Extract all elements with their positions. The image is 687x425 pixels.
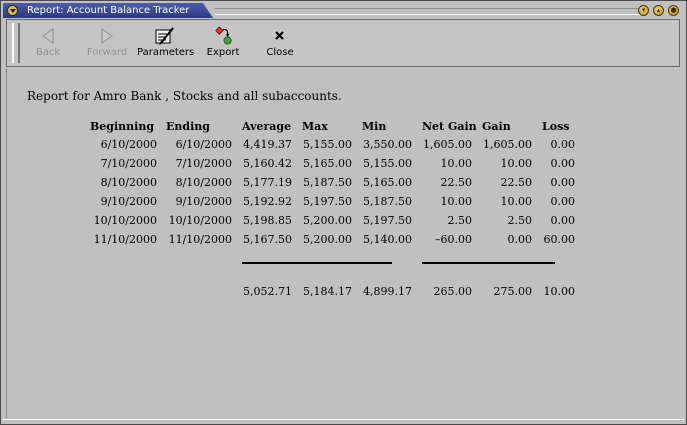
table-cell: 8/10/2000 xyxy=(100,176,157,189)
table-cell: 9/10/2000 xyxy=(175,195,232,208)
parameters-label: Parameters xyxy=(137,47,195,58)
forward-label: Forward xyxy=(86,47,128,58)
total-cell: 275.00 xyxy=(493,285,533,298)
export-label: Export xyxy=(206,47,240,58)
table-cell: 5,165.00 xyxy=(363,176,412,189)
back-label: Back xyxy=(35,47,61,58)
table-cell: 5,140.00 xyxy=(363,233,412,246)
table-cell: 10/10/2000 xyxy=(93,214,157,227)
total-cell: 4,899.17 xyxy=(363,285,412,298)
header-average: Average xyxy=(242,120,292,133)
table-cell: 10.00 xyxy=(440,157,473,170)
table-cell: 10.00 xyxy=(500,157,533,170)
toolbar-grip[interactable] xyxy=(12,23,20,63)
table-cell: 0.00 xyxy=(550,214,576,227)
title-bar[interactable]: Report: Account Balance Tracker ▾ ▴ ● xyxy=(3,3,684,18)
table-cell: 10.00 xyxy=(500,195,533,208)
close-window-icon[interactable]: ● xyxy=(668,5,679,16)
total-cell: 5,052.71 xyxy=(243,285,292,298)
window-title: Report: Account Balance Tracker xyxy=(27,5,190,16)
maximize-icon[interactable]: ▴ xyxy=(653,5,664,16)
table-cell: 7/10/2000 xyxy=(175,157,232,170)
back-button[interactable]: Back xyxy=(29,22,67,66)
close-button[interactable]: Close xyxy=(262,22,298,66)
close-label: Close xyxy=(266,47,294,58)
table-cell: 5,200.00 xyxy=(303,233,352,246)
header-gain: Gain xyxy=(482,120,511,133)
table-cell: 60.00 xyxy=(543,233,576,246)
table-cell: 1,605.00 xyxy=(483,138,532,151)
table-cell: 22.50 xyxy=(440,176,473,189)
table-cell: 5,155.00 xyxy=(363,157,412,170)
total-cell: 5,184.17 xyxy=(303,285,352,298)
table-cell: 4,419.37 xyxy=(243,138,292,151)
report-content: Report for Amro Bank , Stocks and all su… xyxy=(6,68,681,418)
table-cell: 3,550.00 xyxy=(363,138,412,151)
parameters-icon xyxy=(155,27,174,45)
header-ending: Ending xyxy=(166,120,210,133)
back-arrow-icon xyxy=(42,28,54,44)
table-cell: 0.00 xyxy=(550,176,576,189)
table-cell: 5,167.50 xyxy=(243,233,292,246)
report-window: Report: Account Balance Tracker ▾ ▴ ● Ba… xyxy=(0,0,687,425)
table-cell: 5,198.85 xyxy=(243,214,292,227)
table-cell: 0.00 xyxy=(550,138,576,151)
table-cell: 9/10/2000 xyxy=(100,195,157,208)
report-heading: Report for Amro Bank , Stocks and all su… xyxy=(27,89,342,103)
toolbar: Back Forward Parameters Export Close xyxy=(6,19,680,67)
table-cell: 5,197.50 xyxy=(303,195,352,208)
window-menu-icon[interactable] xyxy=(7,5,18,16)
header-loss: Loss xyxy=(542,120,570,133)
header-beginning: Beginning xyxy=(90,120,155,133)
table-cell: 10.00 xyxy=(440,195,473,208)
table-cell: 2.50 xyxy=(447,214,473,227)
table-cell: 6/10/2000 xyxy=(100,138,157,151)
minimize-icon[interactable]: ▾ xyxy=(638,5,649,16)
forward-button[interactable]: Forward xyxy=(85,22,129,66)
table-cell: 11/10/2000 xyxy=(168,233,232,246)
totals-rule-right xyxy=(422,262,555,264)
header-min: Min xyxy=(362,120,387,133)
totals-rule-left xyxy=(242,262,392,264)
close-icon xyxy=(275,31,284,40)
table-cell: 5,187.50 xyxy=(363,195,412,208)
table-cell: 5,192.92 xyxy=(243,195,292,208)
total-cell: 265.00 xyxy=(433,285,473,298)
table-cell: 10/10/2000 xyxy=(168,214,232,227)
table-cell: 6/10/2000 xyxy=(175,138,232,151)
export-button[interactable]: Export xyxy=(203,22,243,66)
total-cell: 10.00 xyxy=(543,285,576,298)
parameters-button[interactable]: Parameters xyxy=(137,22,195,66)
table-cell: 5,200.00 xyxy=(303,214,352,227)
table-cell: 5,197.50 xyxy=(363,214,412,227)
table-cell: 5,165.00 xyxy=(303,157,352,170)
table-cell: 7/10/2000 xyxy=(100,157,157,170)
table-cell: 0.00 xyxy=(550,157,576,170)
table-cell: 5,155.00 xyxy=(303,138,352,151)
window-bottom-edge xyxy=(3,419,684,425)
table-cell: –60.00 xyxy=(435,233,472,246)
table-cell: 8/10/2000 xyxy=(175,176,232,189)
export-icon xyxy=(215,26,232,45)
forward-arrow-icon xyxy=(101,28,113,44)
table-cell: 5,160.42 xyxy=(243,157,292,170)
title-tab[interactable]: Report: Account Balance Tracker xyxy=(3,3,213,18)
header-max: Max xyxy=(302,120,328,133)
table-cell: 2.50 xyxy=(507,214,533,227)
table-cell: 0.00 xyxy=(550,195,576,208)
table-cell: 0.00 xyxy=(507,233,533,246)
table-cell: 11/10/2000 xyxy=(93,233,157,246)
table-cell: 5,187.50 xyxy=(303,176,352,189)
title-bar-groove xyxy=(215,8,640,15)
table-cell: 22.50 xyxy=(500,176,533,189)
table-cell: 1,605.00 xyxy=(423,138,472,151)
header-net-gain: Net Gain xyxy=(422,120,477,133)
table-cell: 5,177.19 xyxy=(243,176,292,189)
